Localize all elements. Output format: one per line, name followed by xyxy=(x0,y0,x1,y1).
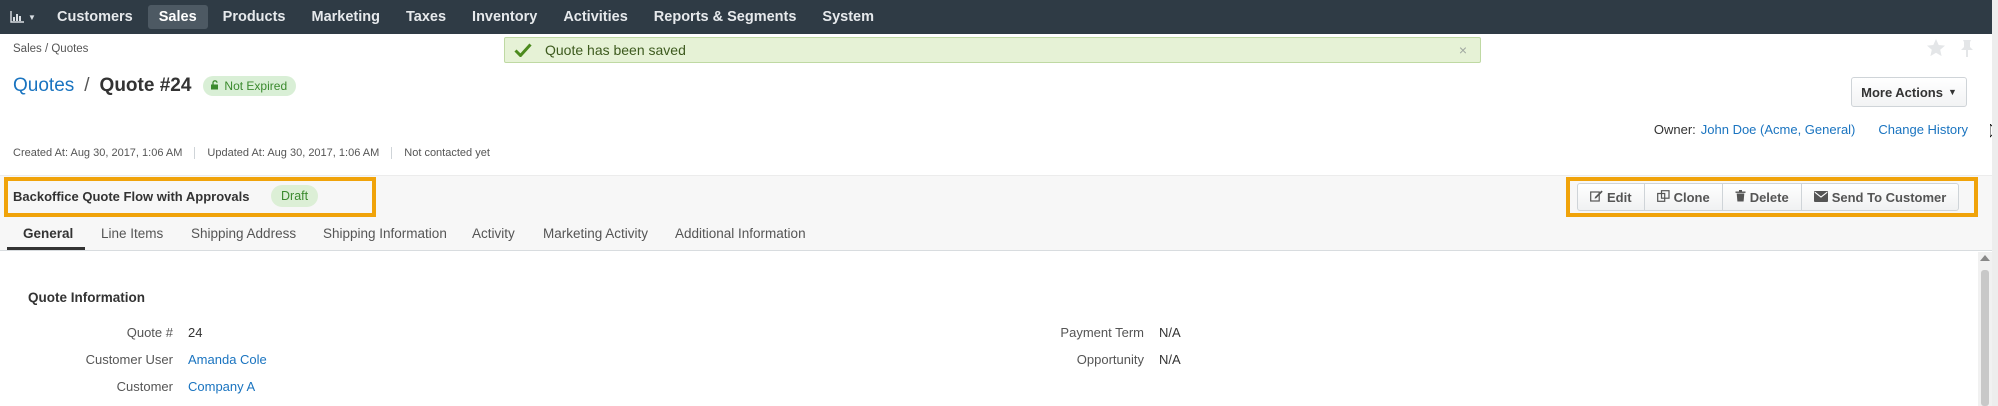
checkmark-icon xyxy=(514,41,532,59)
tab-marketing-activity[interactable]: Marketing Activity xyxy=(543,226,648,241)
field-value-quote-number: 24 xyxy=(188,325,203,340)
close-icon[interactable]: × xyxy=(1459,42,1467,58)
edit-button[interactable]: Edit xyxy=(1578,184,1645,210)
edit-icon xyxy=(1590,190,1607,205)
workflow-name: Backoffice Quote Flow with Approvals xyxy=(13,189,250,204)
tab-shipping-address[interactable]: Shipping Address xyxy=(191,226,296,241)
nav-inventory[interactable]: Inventory xyxy=(461,5,548,29)
field-label-quote-number: Quote # xyxy=(126,325,173,340)
quotes-link[interactable]: Quotes xyxy=(13,75,74,97)
clone-icon xyxy=(1656,189,1674,205)
field-value-opportunity: N/A xyxy=(1159,352,1181,367)
tab-general[interactable]: General xyxy=(23,226,73,241)
scrollbar-thumb[interactable] xyxy=(1981,270,1989,406)
nav-taxes[interactable]: Taxes xyxy=(395,5,457,29)
section-title: Quote Information xyxy=(28,290,145,305)
field-label-customer-user: Customer User xyxy=(85,352,173,367)
dashboard-menu-button[interactable]: ▼ xyxy=(0,0,46,34)
status-badge: Not Expired xyxy=(203,76,297,96)
tab-line-items[interactable]: Line Items xyxy=(101,226,163,241)
clone-button[interactable]: Clone xyxy=(1645,184,1723,210)
page-title-row: Quotes / Quote #24 Not Expired xyxy=(13,75,297,97)
field-label-customer: Customer xyxy=(116,379,173,394)
field-label-opportunity: Opportunity xyxy=(1076,352,1144,367)
action-button-group: Edit Clone Delete Send To Customer xyxy=(1577,183,1960,211)
send-to-customer-label: Send To Customer xyxy=(1831,189,1947,205)
nav-marketing[interactable]: Marketing xyxy=(301,5,392,29)
title-separator: / xyxy=(84,75,90,96)
tab-shipping-information[interactable]: Shipping Information xyxy=(323,226,447,241)
pin-icon[interactable] xyxy=(1956,37,1978,59)
flash-text: Quote has been saved xyxy=(545,42,686,58)
record-meta: Created At: Aug 30, 2017, 1:06 AM Update… xyxy=(13,147,514,159)
nav-reports-segments[interactable]: Reports & Segments xyxy=(643,5,808,29)
active-tab-indicator xyxy=(7,247,85,250)
tab-bar: General Line Items Shipping Address Ship… xyxy=(0,219,1998,251)
nav-activities[interactable]: Activities xyxy=(552,5,638,29)
send-to-customer-button[interactable]: Send To Customer xyxy=(1802,184,1959,210)
nav-sales[interactable]: Sales xyxy=(147,5,208,29)
bar-chart-icon xyxy=(10,11,25,23)
unlock-icon xyxy=(210,79,224,93)
more-actions-label: More Actions xyxy=(1861,84,1943,100)
field-label-payment-term: Payment Term xyxy=(1060,325,1144,340)
tab-additional-information[interactable]: Additional Information xyxy=(675,226,806,241)
owner-link[interactable]: John Doe (Acme, General) xyxy=(1701,122,1856,137)
delete-label: Delete xyxy=(1749,189,1789,205)
chevron-down-icon: ▼ xyxy=(28,12,36,22)
caret-down-icon: ▼ xyxy=(1947,87,1957,97)
owner-label: Owner: xyxy=(1653,122,1696,137)
nav-products[interactable]: Products xyxy=(212,5,297,29)
delete-button[interactable]: Delete xyxy=(1723,184,1802,210)
clone-label: Clone xyxy=(1673,189,1710,205)
success-flash-message: Quote has been saved × xyxy=(504,37,1481,63)
updated-at: Updated At: Aug 30, 2017, 1:06 AM xyxy=(207,147,393,159)
change-history-link[interactable]: Change History xyxy=(1878,122,1968,137)
field-value-payment-term: N/A xyxy=(1159,325,1181,340)
nav-system[interactable]: System xyxy=(811,5,885,29)
more-actions-button[interactable]: More Actions ▼ xyxy=(1851,77,1967,107)
top-navigation: ▼ Customers Sales Products Marketing Tax… xyxy=(0,0,1998,34)
breadcrumb: Sales / Quotes xyxy=(13,43,89,55)
trash-icon xyxy=(1735,189,1750,205)
edit-label: Edit xyxy=(1607,189,1632,205)
star-icon[interactable] xyxy=(1925,37,1947,59)
owner-row: Owner: John Doe (Acme, General) Change H… xyxy=(1654,122,1968,137)
page-title: Quote #24 xyxy=(99,75,192,96)
workflow-step-badge: Draft xyxy=(271,185,319,207)
created-at: Created At: Aug 30, 2017, 1:06 AM xyxy=(13,147,196,159)
customer-link[interactable]: Company A xyxy=(188,379,255,394)
envelope-icon xyxy=(1813,190,1832,205)
nav-customers[interactable]: Customers xyxy=(46,5,144,29)
contacted-status: Not contacted yet xyxy=(404,147,490,159)
status-badge-label: Not Expired xyxy=(224,79,288,93)
tab-activity[interactable]: Activity xyxy=(472,226,515,241)
customer-user-link[interactable]: Amanda Cole xyxy=(188,352,267,367)
window-edge xyxy=(1992,0,1998,406)
scroll-up-arrow-icon[interactable] xyxy=(1980,255,1990,261)
